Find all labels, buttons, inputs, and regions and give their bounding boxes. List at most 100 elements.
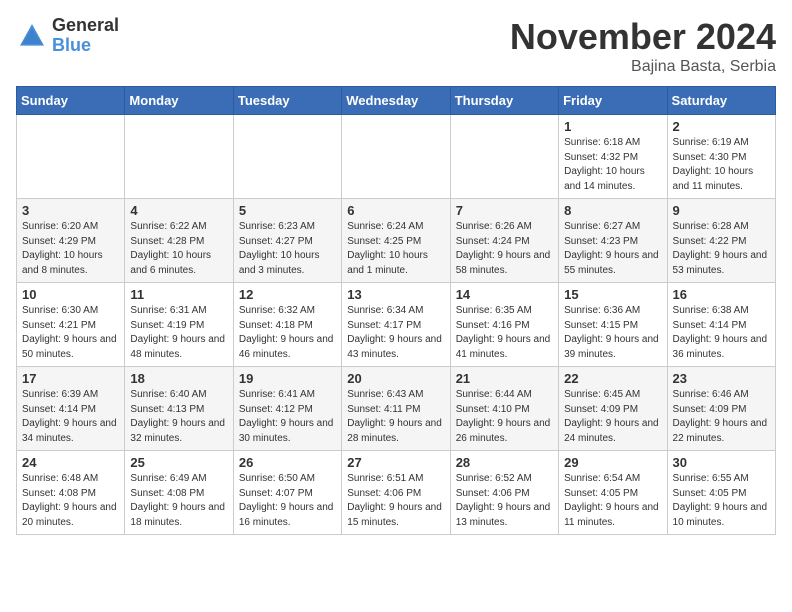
day-info: Sunrise: 6:20 AM Sunset: 4:29 PM Dayligh… — [22, 220, 119, 278]
day-info: Sunrise: 6:49 AM Sunset: 4:08 PM Dayligh… — [130, 472, 227, 530]
day-number: 20 — [347, 371, 444, 386]
calendar-cell: 5 Sunrise: 6:23 AM Sunset: 4:27 PM Daylig… — [233, 199, 341, 283]
calendar-cell: 1 Sunrise: 6:18 AM Sunset: 4:32 PM Daylig… — [559, 115, 667, 199]
day-number: 21 — [456, 371, 553, 386]
logo-blue-text: Blue — [52, 36, 119, 56]
calendar-cell: 30 Sunrise: 6:55 AM Sunset: 4:05 PM Dayli… — [667, 451, 775, 535]
day-info: Sunrise: 6:34 AM Sunset: 4:17 PM Dayligh… — [347, 304, 444, 362]
week-row-4: 17 Sunrise: 6:39 AM Sunset: 4:14 PM Dayli… — [17, 367, 776, 451]
calendar-cell: 8Sunrise: 6:27 AM Sunset: 4:23 PM Daylig… — [559, 199, 667, 283]
calendar-cell: 2 Sunrise: 6:19 AM Sunset: 4:30 PM Daylig… — [667, 115, 775, 199]
day-info: Sunrise: 6:35 AM Sunset: 4:16 PM Dayligh… — [456, 304, 553, 362]
calendar-cell: 14Sunrise: 6:35 AM Sunset: 4:16 PM Dayli… — [450, 283, 558, 367]
day-info: Sunrise: 6:30 AM Sunset: 4:21 PM Dayligh… — [22, 304, 119, 362]
calendar-cell: 22 Sunrise: 6:45 AM Sunset: 4:09 PM Dayli… — [559, 367, 667, 451]
day-info: Sunrise: 6:43 AM Sunset: 4:11 PM Dayligh… — [347, 388, 444, 446]
calendar-cell: 15 Sunrise: 6:36 AM Sunset: 4:15 PM Dayli… — [559, 283, 667, 367]
calendar-cell: 4Sunrise: 6:22 AM Sunset: 4:28 PM Daylig… — [125, 199, 233, 283]
day-number: 19 — [239, 371, 336, 386]
day-info: Sunrise: 6:52 AM Sunset: 4:06 PM Dayligh… — [456, 472, 553, 530]
day-info: Sunrise: 6:50 AM Sunset: 4:07 PM Dayligh… — [239, 472, 336, 530]
day-number: 12 — [239, 287, 336, 302]
calendar-cell: 17 Sunrise: 6:39 AM Sunset: 4:14 PM Dayli… — [17, 367, 125, 451]
day-number: 1 — [564, 119, 661, 134]
day-info: Sunrise: 6:51 AM Sunset: 4:06 PM Dayligh… — [347, 472, 444, 530]
calendar-cell: 24 Sunrise: 6:48 AM Sunset: 4:08 PM Dayli… — [17, 451, 125, 535]
calendar-cell: 20 Sunrise: 6:43 AM Sunset: 4:11 PM Dayli… — [342, 367, 450, 451]
day-info: Sunrise: 6:24 AM Sunset: 4:25 PM Dayligh… — [347, 220, 444, 278]
calendar-cell — [17, 115, 125, 199]
day-info: Sunrise: 6:28 AM Sunset: 4:22 PM Dayligh… — [673, 220, 770, 278]
day-number: 10 — [22, 287, 119, 302]
day-number: 30 — [673, 455, 770, 470]
week-row-2: 3 Sunrise: 6:20 AM Sunset: 4:29 PM Daylig… — [17, 199, 776, 283]
day-number: 24 — [22, 455, 119, 470]
day-number: 11 — [130, 287, 227, 302]
day-info: Sunrise: 6:19 AM Sunset: 4:30 PM Dayligh… — [673, 136, 770, 194]
day-info: Sunrise: 6:40 AM Sunset: 4:13 PM Dayligh… — [130, 388, 227, 446]
calendar-cell: 9 Sunrise: 6:28 AM Sunset: 4:22 PM Daylig… — [667, 199, 775, 283]
logo: General Blue — [16, 16, 119, 56]
title-block: November 2024 Bajina Basta, Serbia — [510, 16, 776, 76]
day-info: Sunrise: 6:32 AM Sunset: 4:18 PM Dayligh… — [239, 304, 336, 362]
calendar-cell: 7 Sunrise: 6:26 AM Sunset: 4:24 PM Daylig… — [450, 199, 558, 283]
week-row-5: 24 Sunrise: 6:48 AM Sunset: 4:08 PM Dayli… — [17, 451, 776, 535]
calendar-table: SundayMondayTuesdayWednesdayThursdayFrid… — [16, 86, 776, 535]
day-number: 8 — [564, 203, 661, 218]
day-number: 7 — [456, 203, 553, 218]
calendar-cell: 27Sunrise: 6:51 AM Sunset: 4:06 PM Dayli… — [342, 451, 450, 535]
day-info: Sunrise: 6:55 AM Sunset: 4:05 PM Dayligh… — [673, 472, 770, 530]
day-number: 25 — [130, 455, 227, 470]
day-number: 3 — [22, 203, 119, 218]
day-number: 17 — [22, 371, 119, 386]
day-number: 28 — [456, 455, 553, 470]
day-info: Sunrise: 6:36 AM Sunset: 4:15 PM Dayligh… — [564, 304, 661, 362]
calendar-cell: 28 Sunrise: 6:52 AM Sunset: 4:06 PM Dayli… — [450, 451, 558, 535]
calendar-cell: 13Sunrise: 6:34 AM Sunset: 4:17 PM Dayli… — [342, 283, 450, 367]
day-number: 23 — [673, 371, 770, 386]
day-number: 2 — [673, 119, 770, 134]
calendar-cell: 10 Sunrise: 6:30 AM Sunset: 4:21 PM Dayli… — [17, 283, 125, 367]
logo-icon — [16, 20, 48, 52]
day-number: 29 — [564, 455, 661, 470]
day-info: Sunrise: 6:45 AM Sunset: 4:09 PM Dayligh… — [564, 388, 661, 446]
day-number: 16 — [673, 287, 770, 302]
day-number: 15 — [564, 287, 661, 302]
day-number: 5 — [239, 203, 336, 218]
calendar-cell: 6Sunrise: 6:24 AM Sunset: 4:25 PM Daylig… — [342, 199, 450, 283]
calendar-cell — [450, 115, 558, 199]
weekday-header-monday: Monday — [125, 87, 233, 115]
day-info: Sunrise: 6:39 AM Sunset: 4:14 PM Dayligh… — [22, 388, 119, 446]
day-info: Sunrise: 6:23 AM Sunset: 4:27 PM Dayligh… — [239, 220, 336, 278]
calendar-cell — [342, 115, 450, 199]
calendar-cell: 12 Sunrise: 6:32 AM Sunset: 4:18 PM Dayli… — [233, 283, 341, 367]
day-info: Sunrise: 6:44 AM Sunset: 4:10 PM Dayligh… — [456, 388, 553, 446]
weekday-header-thursday: Thursday — [450, 87, 558, 115]
weekday-header-tuesday: Tuesday — [233, 87, 341, 115]
weekday-header-sunday: Sunday — [17, 87, 125, 115]
day-info: Sunrise: 6:26 AM Sunset: 4:24 PM Dayligh… — [456, 220, 553, 278]
calendar-cell: 25 Sunrise: 6:49 AM Sunset: 4:08 PM Dayli… — [125, 451, 233, 535]
day-info: Sunrise: 6:38 AM Sunset: 4:14 PM Dayligh… — [673, 304, 770, 362]
calendar-cell — [125, 115, 233, 199]
day-info: Sunrise: 6:48 AM Sunset: 4:08 PM Dayligh… — [22, 472, 119, 530]
calendar-cell: 19Sunrise: 6:41 AM Sunset: 4:12 PM Dayli… — [233, 367, 341, 451]
month-title: November 2024 — [510, 16, 776, 58]
calendar-cell: 23 Sunrise: 6:46 AM Sunset: 4:09 PM Dayli… — [667, 367, 775, 451]
calendar-cell: 26 Sunrise: 6:50 AM Sunset: 4:07 PM Dayli… — [233, 451, 341, 535]
day-number: 9 — [673, 203, 770, 218]
calendar-cell: 16 Sunrise: 6:38 AM Sunset: 4:14 PM Dayli… — [667, 283, 775, 367]
day-info: Sunrise: 6:46 AM Sunset: 4:09 PM Dayligh… — [673, 388, 770, 446]
calendar-cell — [233, 115, 341, 199]
week-row-1: 1 Sunrise: 6:18 AM Sunset: 4:32 PM Daylig… — [17, 115, 776, 199]
weekday-header-row: SundayMondayTuesdayWednesdayThursdayFrid… — [17, 87, 776, 115]
week-row-3: 10 Sunrise: 6:30 AM Sunset: 4:21 PM Dayli… — [17, 283, 776, 367]
day-number: 22 — [564, 371, 661, 386]
day-number: 4 — [130, 203, 227, 218]
weekday-header-wednesday: Wednesday — [342, 87, 450, 115]
calendar-cell: 29Sunrise: 6:54 AM Sunset: 4:05 PM Dayli… — [559, 451, 667, 535]
location: Bajina Basta, Serbia — [510, 58, 776, 76]
day-info: Sunrise: 6:18 AM Sunset: 4:32 PM Dayligh… — [564, 136, 661, 194]
day-number: 26 — [239, 455, 336, 470]
calendar-cell: 11Sunrise: 6:31 AM Sunset: 4:19 PM Dayli… — [125, 283, 233, 367]
